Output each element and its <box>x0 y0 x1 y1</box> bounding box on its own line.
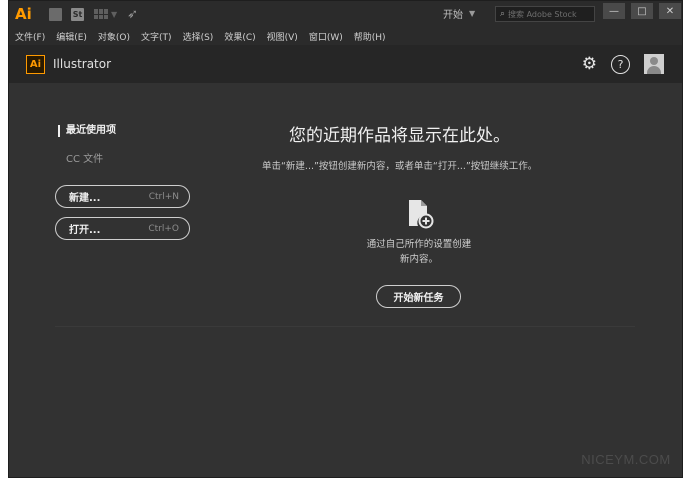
app-logo: Ai <box>15 5 32 23</box>
open-button-label: 打开... <box>69 225 101 236</box>
help-icon[interactable]: ? <box>611 54 630 74</box>
close-button[interactable]: ✕ <box>659 3 681 19</box>
chevron-down-icon[interactable]: ▼ <box>111 10 117 19</box>
menu-bar: 文件(F) 编辑(E) 对象(O) 文字(T) 选择(S) 效果(C) 视图(V… <box>9 27 682 45</box>
new-button-shortcut: Ctrl+N <box>148 191 179 202</box>
home-title: Illustrator <box>53 57 112 71</box>
stock-search-input[interactable]: ⌕ 搜索 Adobe Stock <box>495 6 595 22</box>
new-document-button[interactable]: 新建... Ctrl+N <box>55 185 190 208</box>
new-button-label: 新建... <box>69 193 101 204</box>
create-description: 通过自己所作的设置创建 新内容。 <box>349 237 489 267</box>
page-title: 您的近期作品将显示在此处。 <box>289 126 510 146</box>
menu-edit[interactable]: 编辑(E) <box>56 30 87 43</box>
stock-badge-text: St <box>72 9 83 19</box>
search-icon: ⌕ <box>500 9 506 19</box>
menu-object[interactable]: 对象(O) <box>98 30 130 43</box>
stock-search-placeholder: 搜索 Adobe Stock <box>508 9 577 19</box>
menu-type[interactable]: 文字(T) <box>141 30 172 43</box>
gear-icon[interactable]: ⚙ <box>582 54 597 74</box>
menu-help[interactable]: 帮助(H) <box>354 30 386 43</box>
home-header: Ai Illustrator ⚙ ? <box>9 45 682 83</box>
title-bar: Ai St ▼ ➶ 开始 ▼ ⌕ 搜索 Adobe Stock — □ ✕ <box>9 1 682 27</box>
page-subtitle: 单击“新建...”按钮创建新内容，或者单击“打开...”按钮继续工作。 <box>262 161 538 172</box>
stock-icon[interactable]: St <box>71 7 84 21</box>
chevron-down-icon: ▼ <box>469 9 476 18</box>
open-document-button[interactable]: 打开... Ctrl+O <box>55 217 190 240</box>
arrange-documents-icon[interactable] <box>94 9 108 19</box>
menu-select[interactable]: 选择(S) <box>183 30 214 43</box>
divider <box>55 326 635 327</box>
start-new-task-button[interactable]: 开始新任务 <box>376 285 461 308</box>
window-controls: — □ ✕ <box>603 3 681 19</box>
create-description-line: 通过自己所作的设置创建 <box>366 239 472 250</box>
menu-effect[interactable]: 效果(C) <box>224 30 255 43</box>
bridge-icon[interactable] <box>49 7 62 21</box>
user-avatar-icon[interactable] <box>644 54 664 74</box>
create-description-line: 新内容。 <box>399 254 438 265</box>
sidebar-item-recent[interactable]: 最近使用项 <box>58 125 116 137</box>
maximize-button[interactable]: □ <box>631 3 653 19</box>
sidebar-item-cc-files[interactable]: CC 文件 <box>66 150 103 165</box>
watermark: NICEYM.COM <box>581 451 671 467</box>
home-logo: Ai <box>26 54 45 74</box>
menu-window[interactable]: 窗口(W) <box>309 30 343 43</box>
illustrator-window: Ai St ▼ ➶ 开始 ▼ ⌕ 搜索 Adobe Stock — □ ✕ 文件… <box>8 0 683 478</box>
menu-file[interactable]: 文件(F) <box>15 30 45 43</box>
workspace-switcher[interactable]: 开始 ▼ <box>443 6 475 21</box>
header-actions: ⚙ ? <box>582 54 664 74</box>
workspace-label: 开始 <box>443 10 463 21</box>
minimize-button[interactable]: — <box>603 3 625 19</box>
menu-view[interactable]: 视图(V) <box>267 30 298 43</box>
open-button-shortcut: Ctrl+O <box>148 223 179 234</box>
gpu-rocket-icon[interactable]: ➶ <box>127 7 138 22</box>
new-document-plus-icon[interactable] <box>406 199 434 229</box>
